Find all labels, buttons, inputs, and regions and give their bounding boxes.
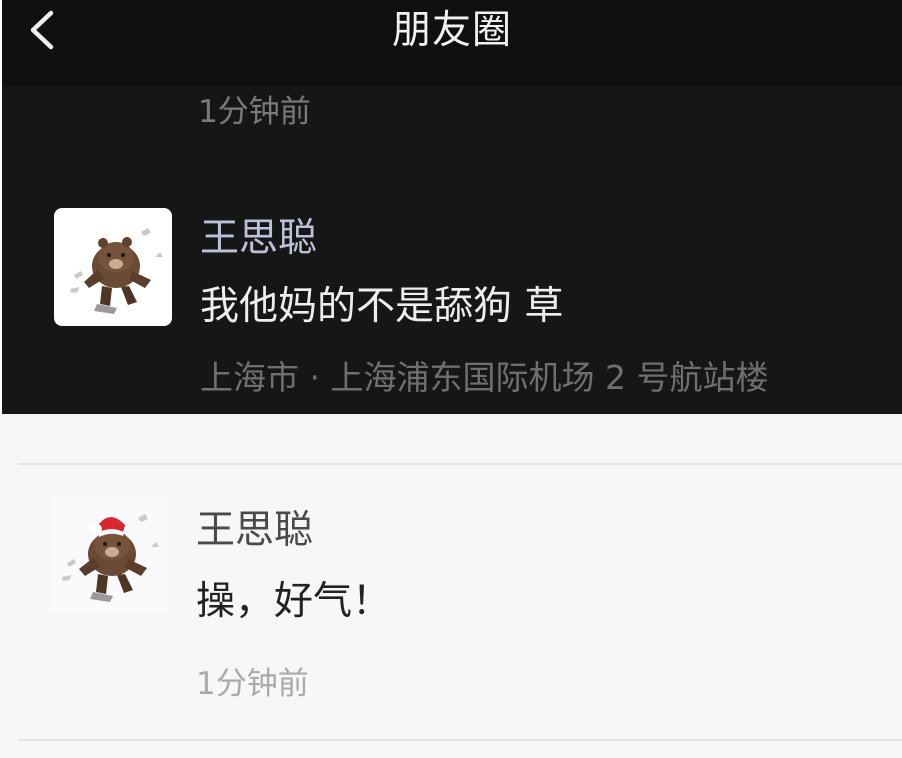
avatar[interactable] [50, 495, 168, 613]
comment-text: 我他妈的不是舔狗 草 [200, 284, 564, 329]
commenter-name[interactable]: 王思聪 [200, 215, 317, 263]
previous-comment-time: 1分钟前 [198, 94, 311, 130]
comment-text: 操，好气！ [196, 579, 392, 624]
brown-bear-santa-hat-icon [62, 514, 159, 602]
brown-bear-sticker-icon [70, 228, 163, 314]
dark-screenshot-panel: 朋友圈 1分钟前 王思聪 我他妈的不是舔狗 草 上海市 · 上海浦东国际机场 2… [2, 0, 902, 414]
location-text[interactable]: 上海市 · 上海浦东国际机场 2 号航站楼 [200, 356, 768, 400]
navigation-bar: 朋友圈 [2, 0, 902, 86]
comment-time: 1分钟前 [196, 666, 309, 702]
commenter-name[interactable]: 王思聪 [196, 507, 313, 555]
avatar[interactable] [54, 208, 172, 326]
bottom-divider [18, 739, 902, 741]
top-divider [18, 463, 902, 465]
page-title: 朋友圈 [391, 8, 512, 53]
